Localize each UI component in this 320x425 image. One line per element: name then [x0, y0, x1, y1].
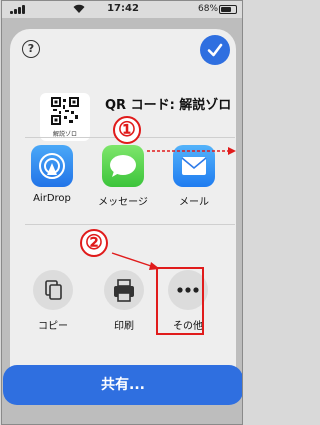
annotation-marker-2: ②: [80, 229, 108, 257]
annotation-arrows: [111, 147, 236, 270]
annotation-highlight-more: [156, 267, 204, 335]
annotation-marker-1: ①: [113, 116, 141, 144]
arrow-line-to-more: [111, 252, 155, 268]
phone-screen: 17:42 68% ? 解説ゾロ QR コード: 解説ゾロ AirDrop メッ…: [1, 0, 243, 425]
share-button[interactable]: 共有...: [3, 365, 242, 405]
arrow-head-right: [228, 147, 236, 155]
